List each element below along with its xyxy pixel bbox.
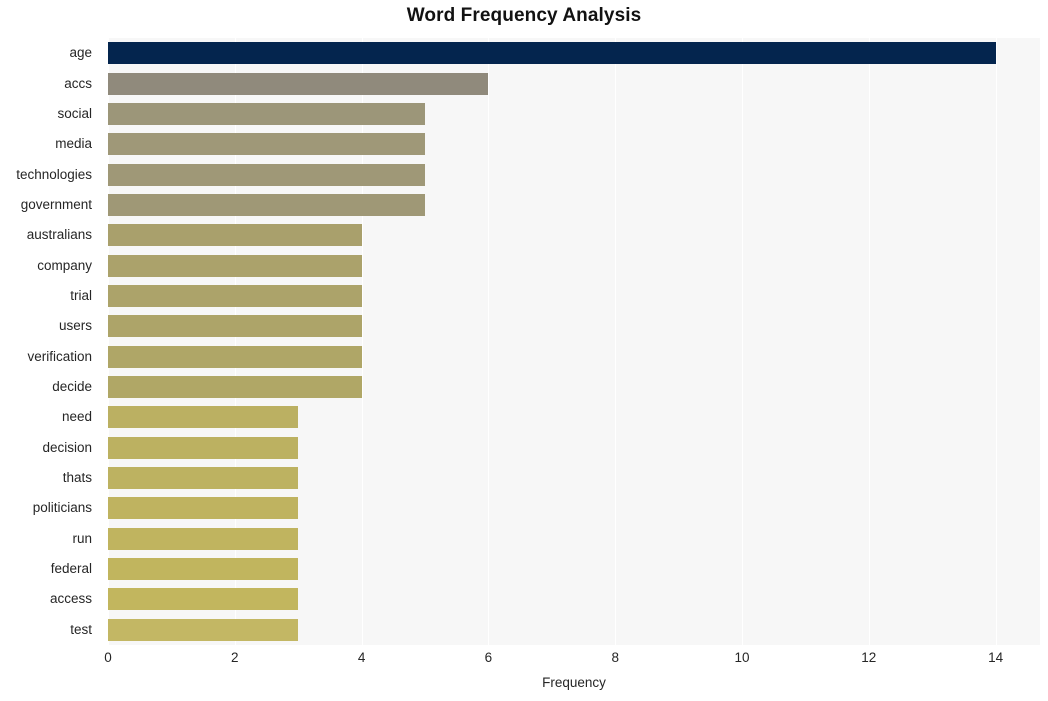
y-tick-label: accs <box>64 75 92 91</box>
y-tick-label: decide <box>52 379 92 395</box>
x-tick-label: 2 <box>231 650 239 665</box>
x-tick-label: 10 <box>734 650 750 665</box>
bar-fill <box>108 527 299 550</box>
bar-fill <box>108 558 299 581</box>
y-tick-label: australians <box>26 227 92 243</box>
bar <box>108 224 362 247</box>
bar <box>108 254 362 277</box>
word-frequency-bar-chart: Word Frequency Analysis age accs social med… <box>0 0 1048 701</box>
y-tick-label: run <box>72 530 92 546</box>
bar-fill <box>108 618 299 641</box>
y-tick-label: federal <box>50 561 92 577</box>
bar <box>108 315 362 338</box>
bar-fill <box>108 406 299 429</box>
y-tick-label: government <box>20 196 92 212</box>
bar-fill <box>108 284 362 307</box>
bar <box>108 133 425 156</box>
bar-fill <box>108 497 299 520</box>
bar <box>108 436 299 459</box>
bar <box>108 193 425 216</box>
bar-fill <box>108 467 299 490</box>
bar <box>108 467 299 490</box>
bar <box>108 558 299 581</box>
bar <box>108 42 996 65</box>
bar <box>108 618 299 641</box>
bar-fill <box>108 224 362 247</box>
chart-title: Word Frequency Analysis <box>406 5 642 26</box>
y-tick-label: verification <box>27 348 92 364</box>
y-tick-label: trial <box>70 287 92 303</box>
bar <box>108 284 362 307</box>
bar-fill <box>108 315 362 338</box>
bar-fill <box>108 133 425 156</box>
x-axis-tick-labels: 0 2 4 6 8 10 12 14 <box>104 650 1040 672</box>
y-tick-label: technologies <box>16 166 92 182</box>
bars-layer <box>108 38 1040 645</box>
y-tick-label: test <box>70 621 92 637</box>
bar <box>108 497 299 520</box>
y-tick-label: users <box>58 318 92 334</box>
x-tick-label: 6 <box>484 650 493 665</box>
bar-fill <box>108 345 362 368</box>
y-axis-tick-labels: age accs social media technologies government… <box>0 38 100 645</box>
x-tick-label: 12 <box>861 650 877 665</box>
bar <box>108 588 299 611</box>
y-tick-label: decision <box>42 439 92 455</box>
y-tick-label: thats <box>62 470 92 486</box>
x-axis-title: Frequency <box>542 675 606 690</box>
bar-fill <box>108 72 489 95</box>
bar-fill <box>108 102 425 125</box>
bar-fill <box>108 254 362 277</box>
bar <box>108 527 299 550</box>
bar-fill <box>108 588 299 611</box>
bar <box>108 406 299 429</box>
bar <box>108 345 362 368</box>
bar-fill <box>108 42 996 65</box>
x-tick-label: 8 <box>611 650 619 665</box>
y-tick-label: media <box>55 136 92 152</box>
bar-fill <box>108 436 299 459</box>
x-tick-label: 0 <box>104 650 112 665</box>
bar-fill <box>108 163 425 186</box>
x-tick-label: 14 <box>988 650 1004 665</box>
bar <box>108 163 425 186</box>
y-tick-label: access <box>49 591 92 607</box>
y-tick-label: company <box>37 257 92 273</box>
bar <box>108 102 425 125</box>
y-tick-label: need <box>61 409 92 425</box>
bar <box>108 376 362 399</box>
bar-fill <box>108 376 362 399</box>
y-tick-label: age <box>69 45 92 61</box>
y-tick-label: politicians <box>32 500 92 516</box>
bar-fill <box>108 193 425 216</box>
x-tick-label: 4 <box>357 650 366 665</box>
y-tick-label: social <box>57 105 92 121</box>
bar <box>108 72 489 95</box>
